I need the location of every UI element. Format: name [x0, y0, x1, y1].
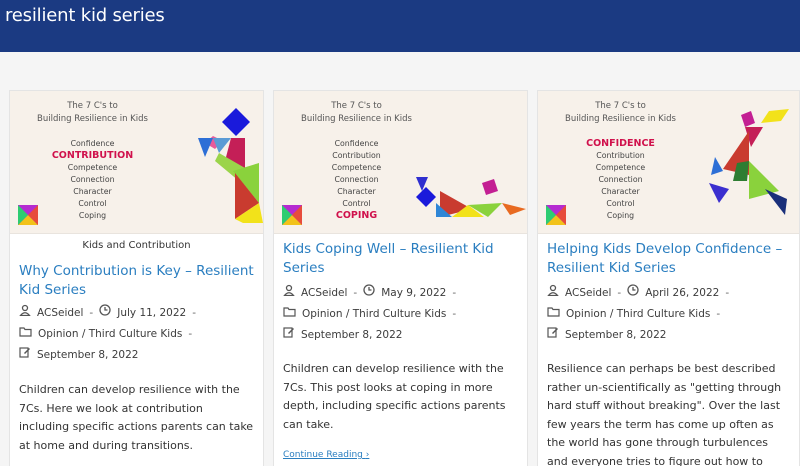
post-category[interactable]: Kids and Contribution [10, 240, 263, 251]
page-title: resilient kid series [5, 5, 165, 26]
post-thumbnail[interactable]: The 7 C's to Building Resilience in Kids… [538, 91, 799, 234]
clock-icon [363, 283, 375, 304]
post-thumbnail[interactable]: The 7 C's to Building Resilience in Kids… [10, 91, 263, 234]
post-author[interactable]: ACSeidel [301, 283, 347, 304]
post-author[interactable]: ACSeidel [37, 303, 83, 324]
post-categories[interactable]: Opinion / Third Culture Kids [302, 304, 446, 325]
edit-icon [19, 345, 31, 366]
c-item: Character [601, 187, 640, 196]
post-card: The 7 C's to Building Resilience in Kids… [273, 90, 528, 466]
post-meta: ACSeidel - April 26, 2022 - Opinion / Th… [547, 283, 795, 346]
author-icon [547, 283, 559, 304]
clock-icon [99, 303, 111, 324]
tangram-figure-icon [416, 177, 526, 217]
author-icon [283, 283, 295, 304]
continue-reading-link[interactable]: Continue Reading › [283, 450, 369, 460]
post-updated: September 8, 2022 [301, 329, 403, 341]
post-author[interactable]: ACSeidel [565, 283, 611, 304]
c-item: Character [73, 187, 112, 196]
post-card: The 7 C's to Building Resilience in Kids… [537, 90, 800, 466]
post-excerpt: Children can develop resilience with the… [19, 383, 254, 452]
site-logo-icon [546, 205, 566, 225]
thumb-subheading: Building Resilience in Kids [37, 114, 148, 124]
c-item: Connection [598, 175, 643, 184]
post-date[interactable]: May 9, 2022 [381, 283, 446, 304]
folder-icon [283, 304, 296, 325]
thumb-heading: The 7 C's to [595, 101, 646, 111]
post-title[interactable]: Why Contribution is Key – Resilient Kid … [19, 262, 257, 300]
c-item: Competence [595, 163, 646, 172]
post-categories[interactable]: Opinion / Third Culture Kids [566, 304, 710, 325]
c-item: Confidence [70, 139, 115, 148]
post-title[interactable]: Helping Kids Develop Confidence – Resili… [547, 240, 793, 278]
post-meta: ACSeidel - July 11, 2022 - Opinion / Thi… [19, 303, 259, 366]
tangram-figure-icon [709, 109, 789, 215]
c-item-highlight: CONTRIBUTION [51, 150, 134, 161]
edit-icon [547, 325, 559, 346]
edit-icon [283, 325, 295, 346]
post-excerpt: Children can develop resilience with the… [283, 362, 506, 431]
chevron-right-icon: › [365, 450, 370, 460]
folder-icon [547, 304, 560, 325]
clock-icon [627, 283, 639, 304]
tangram-figure-icon [198, 108, 263, 223]
site-header: resilient kid series [0, 0, 800, 52]
thumb-subheading: Building Resilience in Kids [565, 114, 676, 124]
post-excerpt: Resilience can perhaps be best described… [547, 362, 782, 466]
post-title[interactable]: Kids Coping Well – Resilient Kid Series [283, 240, 521, 278]
post-card: The 7 C's to Building Resilience in Kids… [9, 90, 264, 466]
post-thumbnail[interactable]: The 7 C's to Building Resilience in Kids… [274, 91, 527, 234]
post-date[interactable]: July 11, 2022 [117, 303, 186, 324]
post-updated: September 8, 2022 [565, 329, 667, 341]
c-item: Contribution [596, 151, 645, 160]
c-item: Competence [67, 163, 118, 172]
site-logo-icon [18, 205, 38, 225]
c-item-highlight: CONFIDENCE [586, 138, 655, 149]
post-categories[interactable]: Opinion / Third Culture Kids [38, 324, 182, 345]
c-item: Connection [70, 175, 115, 184]
site-logo-icon [282, 205, 302, 225]
thumb-heading: The 7 C's to [67, 101, 118, 111]
continue-reading-label: Continue Reading [283, 450, 363, 460]
author-icon [19, 303, 31, 324]
post-meta: ACSeidel - May 9, 2022 - Opinion / Third… [283, 283, 523, 346]
post-updated: September 8, 2022 [37, 349, 139, 361]
post-date[interactable]: April 26, 2022 [645, 283, 719, 304]
folder-icon [19, 324, 32, 345]
